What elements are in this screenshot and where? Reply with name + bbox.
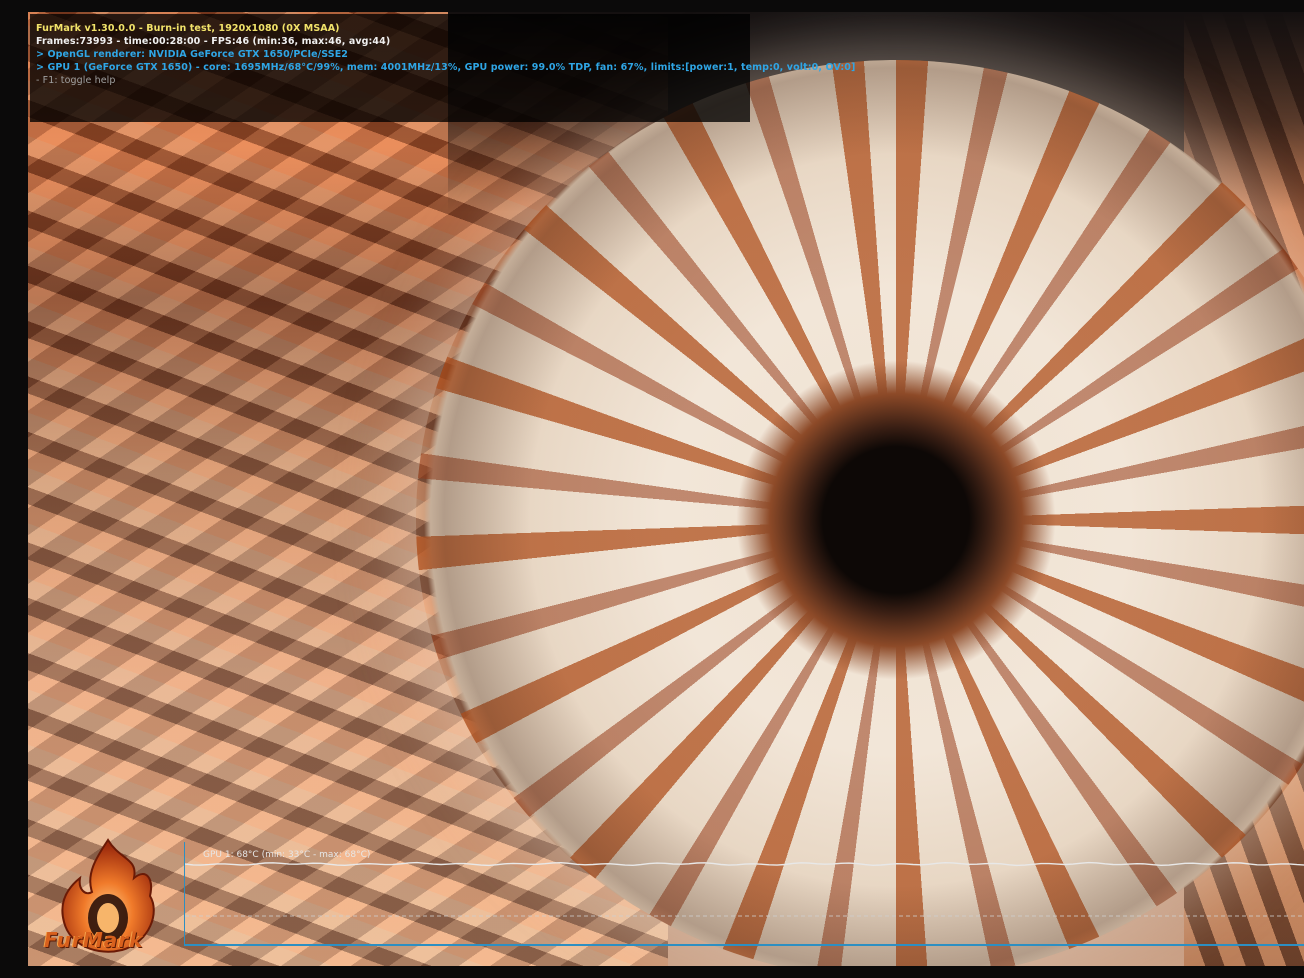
osd-title-line: FurMark v1.30.0.0 - Burn-in test, 1920x1… — [36, 23, 340, 34]
osd-stats-line: Frames:73993 - time:00:28:00 - FPS:46 (m… — [36, 36, 391, 47]
temperature-graph-label: GPU 1: 68°C (min: 33°C - max: 68°C) — [203, 850, 371, 860]
temperature-series-line — [185, 861, 1304, 867]
osd-help-line: - F1: toggle help — [36, 75, 116, 86]
osd-panel: FurMark v1.30.0.0 - Burn-in test, 1920x1… — [30, 14, 856, 122]
temperature-graph: GPU 1: 68°C (min: 33°C - max: 68°C) — [184, 842, 1304, 946]
osd-gpu-line: > GPU 1 (GeForce GTX 1650) - core: 1695M… — [36, 62, 856, 73]
osd-renderer-line: > OpenGL renderer: NVIDIA GeForce GTX 16… — [36, 49, 349, 60]
furmark-logo-text: FurMark — [44, 928, 144, 952]
furmark-render-viewport — [28, 12, 1304, 966]
